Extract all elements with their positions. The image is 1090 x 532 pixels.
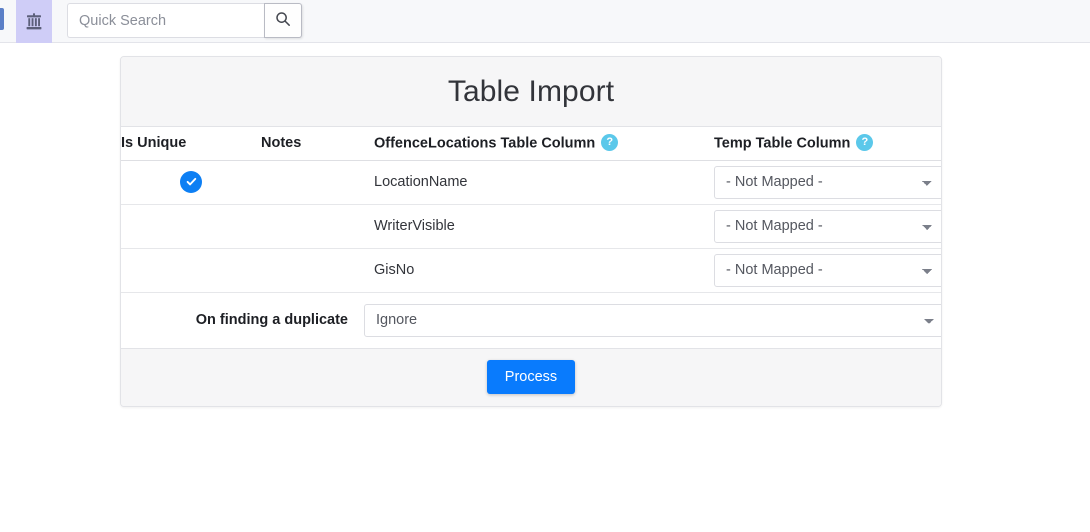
- target-column-select[interactable]: - Not Mapped -: [714, 209, 941, 243]
- cell-source-column: LocationName: [356, 160, 706, 205]
- header-target-column: Temp Table Column?: [706, 127, 941, 161]
- cell-target-column: - Not Mapped -: [706, 204, 941, 249]
- cell-target-column: - Not Mapped -: [706, 160, 941, 205]
- table-row: GisNo - Not Mapped -: [121, 248, 941, 293]
- target-column-select[interactable]: - Not Mapped -: [714, 253, 941, 287]
- target-column-select[interactable]: - Not Mapped -: [714, 165, 941, 199]
- page-title: Table Import: [447, 74, 615, 108]
- help-icon-target-column[interactable]: ?: [856, 133, 874, 151]
- table-header: Is Unique Notes OffenceLocations Table C…: [121, 127, 941, 161]
- header-notes: Notes: [261, 127, 356, 161]
- duplicate-handling-row: On finding a duplicate Ignore: [121, 292, 941, 349]
- duplicate-handling-select-cell: Ignore: [356, 292, 941, 349]
- duplicate-handling-label: On finding a duplicate: [121, 292, 356, 349]
- header-target-column-label: Temp Table Column: [714, 135, 851, 152]
- search-icon: [275, 11, 291, 30]
- header-notes-label: Notes: [261, 135, 302, 152]
- header-is-unique-label: Is Unique: [121, 135, 187, 152]
- process-button[interactable]: Process: [486, 360, 576, 394]
- help-icon-source-column[interactable]: ?: [601, 133, 619, 151]
- cell-target-column: - Not Mapped -: [706, 248, 941, 293]
- card-header: Table Import: [121, 57, 941, 127]
- check-icon[interactable]: [180, 170, 202, 193]
- cell-is-unique: [121, 204, 261, 249]
- cell-is-unique: [121, 248, 261, 293]
- card-footer: Process: [121, 348, 941, 406]
- quick-search: [67, 3, 302, 38]
- top-navbar: [0, 0, 1090, 43]
- header-is-unique: Is Unique: [121, 127, 261, 161]
- table-row: WriterVisible - Not Mapped -: [121, 204, 941, 249]
- cell-source-column: WriterVisible: [356, 204, 706, 249]
- column-mapping-table: Is Unique Notes OffenceLocations Table C…: [121, 127, 941, 349]
- cell-source-column: GisNo: [356, 248, 706, 293]
- duplicate-handling-select[interactable]: Ignore: [364, 303, 941, 337]
- table-header-row: Is Unique Notes OffenceLocations Table C…: [121, 127, 941, 161]
- header-source-column-label: OffenceLocations Table Column: [374, 135, 596, 152]
- bank-building-icon[interactable]: [16, 0, 52, 43]
- cell-notes: [261, 248, 356, 293]
- cell-notes: [261, 204, 356, 249]
- cell-notes: [261, 160, 356, 205]
- search-button[interactable]: [264, 3, 302, 38]
- header-source-column: OffenceLocations Table Column?: [356, 127, 706, 161]
- cell-is-unique: [121, 160, 261, 205]
- sidebar-edge-marker: [0, 8, 4, 30]
- search-input[interactable]: [67, 3, 264, 38]
- table-import-card: Table Import Is Unique Notes OffenceLoca…: [120, 56, 942, 407]
- table-row: LocationName - Not Mapped -: [121, 160, 941, 205]
- table-body: LocationName - Not Mapped - WriterVisibl…: [121, 160, 941, 349]
